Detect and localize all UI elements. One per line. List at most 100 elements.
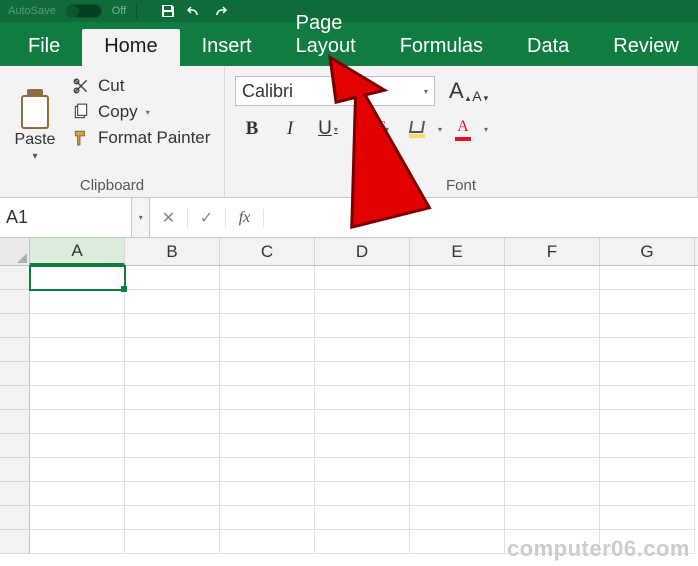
grow-font-button[interactable]: A <box>449 78 464 104</box>
cell[interactable] <box>220 314 315 338</box>
cell[interactable] <box>125 266 220 290</box>
save-icon[interactable] <box>159 2 177 20</box>
worksheet-grid[interactable]: A B C D E F G <box>0 238 698 554</box>
cell[interactable] <box>125 434 220 458</box>
row-header[interactable] <box>0 482 30 506</box>
cell[interactable] <box>600 362 695 386</box>
cell[interactable] <box>220 410 315 434</box>
cell[interactable] <box>125 482 220 506</box>
undo-icon[interactable] <box>185 2 203 20</box>
cell[interactable] <box>410 314 505 338</box>
chevron-down-icon[interactable]: ▾ <box>385 125 389 134</box>
cell[interactable] <box>505 386 600 410</box>
cell[interactable] <box>410 434 505 458</box>
cell[interactable] <box>315 290 410 314</box>
chevron-down-icon[interactable]: ▾ <box>131 198 149 237</box>
accept-formula-button[interactable]: ✓ <box>188 208 226 228</box>
row-header[interactable] <box>0 290 30 314</box>
row-header[interactable] <box>0 458 30 482</box>
cell[interactable] <box>220 362 315 386</box>
cell[interactable] <box>410 458 505 482</box>
tab-data[interactable]: Data <box>505 29 591 66</box>
cell[interactable] <box>30 530 125 554</box>
row-header[interactable] <box>0 506 30 530</box>
cell[interactable] <box>315 506 410 530</box>
column-header[interactable]: E <box>410 238 505 265</box>
cell[interactable] <box>125 314 220 338</box>
cell[interactable] <box>600 506 695 530</box>
cell[interactable] <box>220 506 315 530</box>
tab-review[interactable]: Review <box>591 29 698 66</box>
cell[interactable] <box>220 386 315 410</box>
shrink-font-button[interactable]: A <box>472 88 481 104</box>
cell[interactable] <box>315 338 410 362</box>
cell[interactable] <box>505 434 600 458</box>
chevron-down-icon[interactable]: ▾ <box>438 125 442 134</box>
cell[interactable] <box>125 458 220 482</box>
row-header[interactable] <box>0 386 30 410</box>
cell[interactable] <box>220 266 315 290</box>
cell[interactable] <box>125 362 220 386</box>
fill-color-button[interactable] <box>400 114 434 144</box>
cell[interactable] <box>315 362 410 386</box>
tab-file[interactable]: File <box>6 29 82 66</box>
cell[interactable] <box>600 482 695 506</box>
font-color-button[interactable]: A <box>446 114 480 144</box>
cell[interactable] <box>410 482 505 506</box>
cell[interactable] <box>220 458 315 482</box>
cell[interactable] <box>505 314 600 338</box>
borders-button[interactable]: ▾ <box>362 114 396 144</box>
cell[interactable] <box>315 482 410 506</box>
font-name-combo[interactable]: Calibri ▾ <box>235 76 435 106</box>
cell[interactable] <box>30 386 125 410</box>
chevron-down-icon[interactable]: ▾ <box>146 108 150 117</box>
cell[interactable] <box>315 410 410 434</box>
cell[interactable] <box>600 338 695 362</box>
insert-function-button[interactable]: fx <box>226 209 264 227</box>
cell[interactable] <box>30 410 125 434</box>
cell[interactable] <box>505 338 600 362</box>
cell[interactable] <box>315 266 410 290</box>
cell[interactable] <box>125 530 220 554</box>
cell[interactable] <box>600 314 695 338</box>
cell[interactable] <box>30 458 125 482</box>
cell[interactable] <box>315 458 410 482</box>
chevron-down-icon[interactable]: ▾ <box>32 151 37 162</box>
column-header[interactable]: D <box>315 238 410 265</box>
cell[interactable] <box>410 386 505 410</box>
cell[interactable] <box>315 530 410 554</box>
cell[interactable] <box>600 290 695 314</box>
cell[interactable] <box>220 338 315 362</box>
chevron-down-icon[interactable]: ▾ <box>424 87 428 96</box>
cell[interactable] <box>220 434 315 458</box>
cell[interactable] <box>220 530 315 554</box>
column-header[interactable]: G <box>600 238 695 265</box>
chevron-down-icon[interactable]: ▾ <box>484 125 488 134</box>
cell[interactable] <box>600 410 695 434</box>
cell[interactable] <box>600 266 695 290</box>
copy-button[interactable]: Copy ▾ <box>72 102 218 122</box>
cell[interactable] <box>505 482 600 506</box>
cell[interactable] <box>410 530 505 554</box>
cell[interactable] <box>30 314 125 338</box>
cancel-formula-button[interactable]: ✕ <box>150 208 188 228</box>
cell[interactable] <box>30 338 125 362</box>
formula-input[interactable] <box>264 198 698 237</box>
cell[interactable] <box>410 338 505 362</box>
cell[interactable] <box>410 290 505 314</box>
cell[interactable] <box>600 458 695 482</box>
cell[interactable] <box>125 338 220 362</box>
cell[interactable] <box>315 434 410 458</box>
cell[interactable] <box>505 362 600 386</box>
cell[interactable] <box>600 386 695 410</box>
column-header[interactable]: B <box>125 238 220 265</box>
name-box[interactable]: ▾ <box>0 198 150 237</box>
row-header[interactable] <box>0 530 30 554</box>
tab-home[interactable]: Home <box>82 29 179 66</box>
cell[interactable] <box>30 362 125 386</box>
name-box-input[interactable] <box>0 207 131 228</box>
cell[interactable] <box>125 290 220 314</box>
bold-button[interactable]: B <box>235 114 269 144</box>
paste-button[interactable]: Paste ▾ <box>6 70 64 174</box>
format-painter-button[interactable]: Format Painter <box>72 128 218 148</box>
